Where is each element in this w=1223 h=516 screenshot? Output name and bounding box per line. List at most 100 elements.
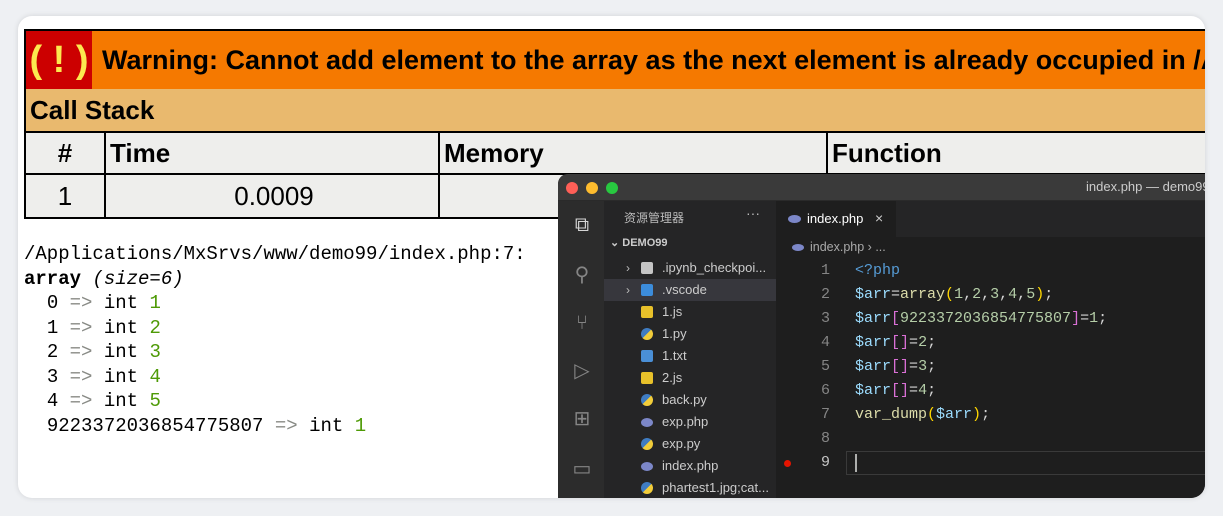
file-item[interactable]: phartest1.jpg;cat... (604, 477, 776, 498)
code-line[interactable]: 3 $arr[9223372036854775807]=1; (776, 307, 1205, 331)
explorer-icon[interactable]: ⧉ (570, 213, 594, 237)
line-number: 5 (820, 358, 830, 375)
source-control-icon[interactable]: ⑂ (570, 311, 594, 335)
dump-arrow: => (69, 390, 93, 412)
file-name: .ipynb_checkpoi... (662, 260, 767, 275)
breakpoint-icon[interactable] (784, 460, 791, 467)
dump-entry: 9223372036854775807 => int 1 (24, 414, 526, 439)
extensions-icon[interactable]: ⊞ (570, 407, 594, 431)
chevron-right-icon: › (626, 261, 630, 275)
python-file-icon (641, 482, 653, 494)
file-item[interactable]: back.py (604, 389, 776, 411)
cell-number: 1 (26, 175, 106, 217)
dump-arrow: => (69, 341, 93, 363)
file-item[interactable]: 2.js (604, 367, 776, 389)
dump-key: 2 (46, 341, 59, 363)
js-file-icon (641, 372, 653, 384)
dump-arrow: => (69, 292, 93, 314)
close-window-button[interactable] (566, 182, 578, 194)
folder-icon (641, 262, 653, 274)
code-line[interactable]: 6 $arr[]=4; (776, 379, 1205, 403)
dump-path: /Applications/MxSrvs/www/demo99/index.ph… (24, 243, 526, 265)
line-number: 9 (820, 454, 830, 471)
header-function: Function (828, 133, 1205, 175)
code-line[interactable]: 8 (776, 427, 1205, 451)
php-file-icon (788, 215, 801, 223)
more-actions-icon[interactable]: ··· (746, 205, 760, 221)
code-text: $arr[9223372036854775807]=1; (855, 310, 1108, 327)
code-line[interactable]: 4 $arr[]=2; (776, 331, 1205, 355)
file-name: 1.py (662, 326, 687, 341)
file-item[interactable]: exp.py (604, 433, 776, 455)
code-editor[interactable]: 1 <?php 2 $arr=array(1,2,3,4,5); 3 $arr[92233… (776, 259, 1205, 475)
breadcrumb-text: index.php › ... (810, 240, 886, 254)
line-number: 8 (820, 430, 830, 447)
chevron-right-icon: › (626, 283, 630, 297)
tab-index-php[interactable]: index.php × (776, 201, 896, 237)
vscode-folder-icon (641, 284, 653, 296)
dump-value: 4 (149, 365, 161, 388)
dump-size: (size=6) (92, 267, 184, 290)
folder-name: DEMO99 (622, 237, 668, 249)
line-number: 1 (820, 262, 830, 279)
file-tree: › .ipynb_checkpoi... › .vscode 1.js 1.py 1.txt… (604, 257, 776, 498)
dump-entry: 2 => int 3 (24, 340, 526, 365)
file-name: exp.py (662, 436, 701, 451)
var-dump-output: /Applications/MxSrvs/www/demo99/index.ph… (24, 242, 526, 438)
file-item[interactable]: › .ipynb_checkpoi... (604, 257, 776, 279)
file-item[interactable]: › .vscode (604, 279, 776, 301)
file-name: 1.txt (662, 348, 687, 363)
zoom-window-button[interactable] (606, 182, 618, 194)
code-text: $arr=array(1,2,3,4,5); (855, 286, 1054, 303)
code-text: $arr[]=4; (855, 382, 937, 399)
breadcrumb[interactable]: index.php › ... (792, 240, 886, 254)
code-line[interactable]: 5 $arr[]=3; (776, 355, 1205, 379)
file-item[interactable]: index.php (604, 455, 776, 477)
code-line[interactable]: 9 (776, 451, 1205, 475)
explorer-title: 资源管理器 (624, 211, 685, 225)
file-name: index.php (662, 458, 719, 473)
code-text: var_dump($arr); (855, 406, 991, 423)
close-tab-icon[interactable]: × (875, 210, 883, 226)
dump-type-name: int (103, 365, 139, 388)
dump-entry: 1 => int 2 (24, 316, 526, 341)
code-text: <?php (855, 262, 901, 279)
code-line[interactable]: 7 var_dump($arr); (776, 403, 1205, 427)
file-item[interactable]: 1.py (604, 323, 776, 345)
header-number: # (26, 133, 106, 175)
dump-key: 9223372036854775807 (46, 414, 264, 437)
editor-area: index.php × index.php › ... 1 <?php 2 $arr=… (776, 201, 1205, 498)
python-file-icon (641, 438, 653, 450)
dump-arrow: => (69, 365, 93, 388)
dump-entry: 0 => int 1 (24, 291, 526, 316)
dump-entry: 3 => int 4 (24, 365, 526, 390)
text-file-icon (641, 350, 653, 362)
file-name: back.py (662, 392, 707, 407)
file-item[interactable]: exp.php (604, 411, 776, 433)
header-memory: Memory (440, 133, 828, 175)
dump-type-name: int (103, 341, 139, 363)
tab-label: index.php (807, 211, 864, 226)
cell-time: 0.0009 (106, 175, 440, 217)
warning-badge: ( ! ) (26, 31, 92, 89)
dump-value: 1 (354, 414, 367, 437)
file-item[interactable]: 1.txt (604, 345, 776, 367)
dump-type-line: array (size=6) (24, 267, 526, 292)
code-text: $arr[]=3; (855, 358, 937, 375)
file-item[interactable]: 1.js (604, 301, 776, 323)
code-line[interactable]: 2 $arr=array(1,2,3,4,5); (776, 283, 1205, 307)
search-icon[interactable]: ⚲ (570, 263, 594, 287)
remote-explorer-icon[interactable]: ▭ (570, 457, 594, 481)
file-name: 2.js (662, 370, 683, 385)
call-stack-title: Call Stack (24, 89, 1205, 133)
dump-type-name: int (103, 316, 139, 339)
file-name: .vscode (662, 282, 707, 297)
dump-entry: 4 => int 5 (24, 389, 526, 414)
run-debug-icon[interactable]: ▷ (570, 359, 594, 383)
code-line[interactable]: 1 <?php (776, 259, 1205, 283)
dump-value: 3 (149, 341, 161, 363)
minimize-window-button[interactable] (586, 182, 598, 194)
line-number: 7 (820, 406, 830, 423)
folder-header[interactable]: ⌄ DEMO99 (610, 236, 668, 249)
dump-key: 4 (46, 390, 59, 412)
